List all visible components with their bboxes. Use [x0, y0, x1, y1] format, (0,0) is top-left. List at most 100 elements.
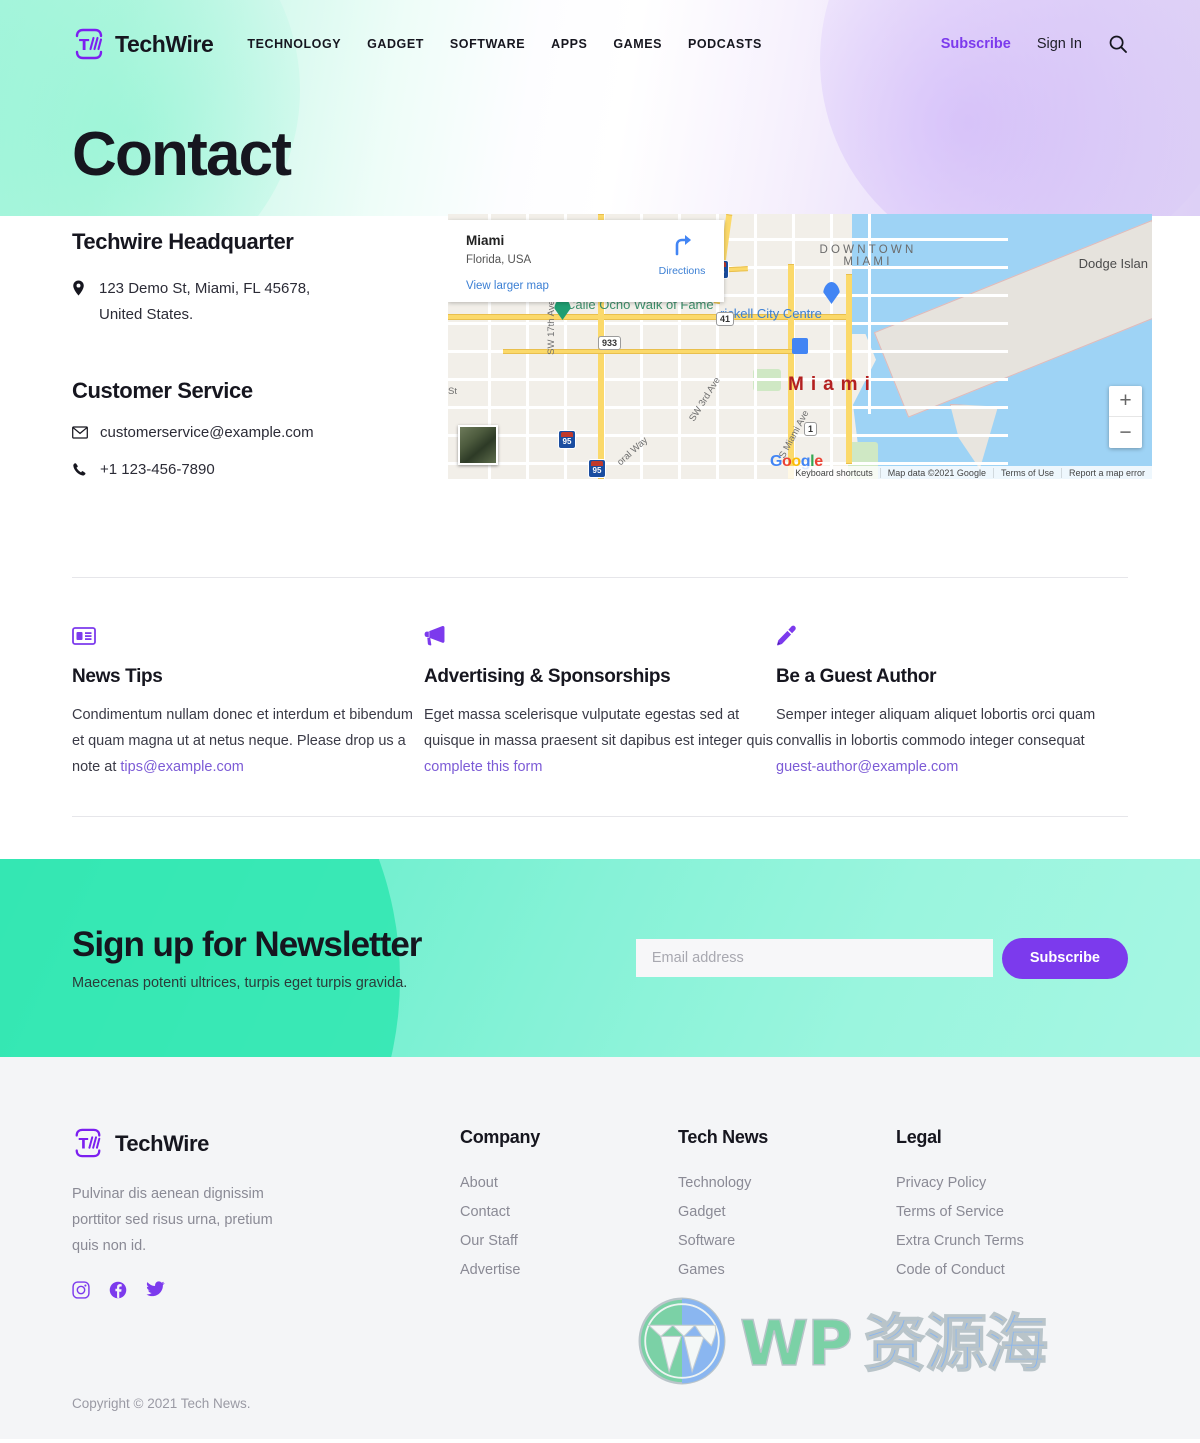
- footer-link-list: About Contact Our Staff Advertise: [460, 1174, 678, 1279]
- feature-link[interactable]: complete this form: [424, 759, 542, 775]
- map-route-shield-1: 1: [804, 422, 818, 436]
- techwire-logo-icon: T: [72, 1127, 106, 1161]
- envelope-icon: [72, 426, 88, 439]
- footer-link-software[interactable]: Software: [678, 1233, 735, 1249]
- map-highway: [846, 274, 852, 464]
- map-report-error[interactable]: Report a map error: [1060, 467, 1152, 478]
- location-pin-icon: [72, 276, 87, 301]
- view-larger-map-link[interactable]: View larger map: [466, 280, 549, 292]
- newspaper-icon: [72, 620, 424, 646]
- subscribe-button[interactable]: Subscribe: [1001, 937, 1128, 979]
- newsletter-section: Sign up for Newsletter Maecenas potenti …: [0, 859, 1200, 1057]
- footer-link-extra-crunch-terms[interactable]: Extra Crunch Terms: [896, 1233, 1024, 1249]
- hero-banner: T TechWire TECHNOLOGY GADGET SOFTWARE AP…: [0, 0, 1200, 216]
- email-text[interactable]: customerservice@example.com: [100, 424, 314, 441]
- footer-column-heading: Company: [460, 1127, 540, 1147]
- instagram-icon[interactable]: [72, 1281, 90, 1299]
- page-root: T TechWire TECHNOLOGY GADGET SOFTWARE AP…: [0, 0, 1200, 1439]
- feature-link[interactable]: guest-author@example.com: [776, 759, 958, 775]
- map-route-shield-933: 933: [598, 336, 622, 350]
- feature-guest-author: Be a Guest Author Semper integer aliquam…: [776, 620, 1128, 780]
- feature-link[interactable]: tips@example.com: [120, 759, 244, 775]
- map-label-brickell-city-centre: rickell City Centre: [720, 306, 822, 321]
- feature-advertising: Advertising & Sponsorships Eget massa sc…: [424, 620, 776, 780]
- footer-link-terms-of-service[interactable]: Terms of Service: [896, 1204, 1004, 1220]
- footer-link-contact[interactable]: Contact: [460, 1204, 510, 1220]
- twitter-icon[interactable]: [146, 1281, 165, 1299]
- map-terms-of-use[interactable]: Terms of Use: [992, 467, 1061, 478]
- map-info-card: Miami Florida, USA View larger map Direc…: [448, 220, 724, 302]
- address-row: 123 Demo St, Miami, FL 45678, United Sta…: [72, 276, 424, 328]
- footer-link-code-of-conduct[interactable]: Code of Conduct: [896, 1262, 1005, 1278]
- footer-column-company: Company About Contact Our Staff Advertis…: [460, 1127, 678, 1299]
- map-route-shield-41: 41: [716, 312, 735, 326]
- list-item: Games: [678, 1261, 896, 1279]
- phone-icon: [72, 462, 88, 477]
- footer-link-technology[interactable]: Technology: [678, 1175, 751, 1191]
- map-zoom-out-button[interactable]: −: [1109, 417, 1142, 448]
- nav-link-games[interactable]: GAMES: [613, 37, 662, 51]
- map-poi-transit[interactable]: [792, 338, 808, 354]
- feature-title: Advertising & Sponsorships: [424, 666, 671, 687]
- section-divider-bottom: [72, 816, 1128, 817]
- map-satellite-thumbnail[interactable]: [458, 425, 498, 465]
- list-item: Advertise: [460, 1261, 678, 1279]
- site-footer: T TechWire Pulvinar dis aenean dignissim…: [0, 1057, 1200, 1439]
- email-input[interactable]: [635, 939, 993, 977]
- nav-link-gadget[interactable]: GADGET: [367, 37, 424, 51]
- facebook-icon[interactable]: [109, 1281, 127, 1299]
- map-keyboard-shortcuts[interactable]: Keyboard shortcuts: [788, 468, 880, 478]
- map-data-credit: Map data ©2021 Google: [879, 467, 993, 478]
- directions-button[interactable]: Directions: [650, 232, 714, 279]
- email-row[interactable]: customerservice@example.com: [72, 424, 424, 441]
- phone-text[interactable]: +1 123-456-7890: [100, 461, 215, 478]
- footer-brand-link[interactable]: T TechWire: [72, 1127, 460, 1161]
- footer-link-games[interactable]: Games: [678, 1262, 725, 1278]
- map-street: [448, 462, 1008, 465]
- contact-details: Techwire Headquarter 123 Demo St, Miami,…: [72, 214, 424, 478]
- brand-logo-link[interactable]: T TechWire: [72, 27, 214, 61]
- page-title: Contact: [72, 120, 292, 189]
- phone-row[interactable]: +1 123-456-7890: [72, 461, 424, 478]
- footer-brand-column: T TechWire Pulvinar dis aenean dignissim…: [72, 1127, 460, 1299]
- map-street: [448, 406, 1008, 409]
- footer-link-advertise[interactable]: Advertise: [460, 1262, 520, 1278]
- customer-service-title: Customer Service: [72, 378, 253, 403]
- feature-body: Condimentum nullam donec et interdum et …: [72, 702, 424, 780]
- footer-link-our-staff[interactable]: Our Staff: [460, 1233, 518, 1249]
- footer-link-list: Privacy Policy Terms of Service Extra Cr…: [896, 1174, 1024, 1279]
- pen-icon: [776, 620, 1128, 646]
- hq-title: Techwire Headquarter: [72, 229, 294, 254]
- nav-link-software[interactable]: SOFTWARE: [450, 37, 525, 51]
- copyright-text: Copyright © 2021 Tech News.: [72, 1396, 251, 1411]
- newsletter-title: Sign up for Newsletter: [72, 925, 422, 964]
- google-map-embed[interactable]: DOWNTOWN MIAMI Dodge Islan rickell City …: [448, 214, 1152, 479]
- main-navigation: T TechWire TECHNOLOGY GADGET SOFTWARE AP…: [0, 0, 1200, 88]
- footer-link-about[interactable]: About: [460, 1175, 498, 1191]
- sign-in-link[interactable]: Sign In: [1037, 36, 1082, 52]
- nav-link-apps[interactable]: APPS: [551, 37, 587, 51]
- address-text: 123 Demo St, Miami, FL 45678, United Sta…: [99, 276, 310, 328]
- map-street: [754, 214, 757, 479]
- directions-label: Directions: [658, 265, 706, 277]
- map-zoom-controls[interactable]: + −: [1109, 386, 1142, 448]
- list-item: Technology: [678, 1174, 896, 1192]
- nav-link-podcasts[interactable]: PODCASTS: [688, 37, 762, 51]
- map-label-miami-large: Miami: [788, 374, 877, 395]
- nav-link-technology[interactable]: TECHNOLOGY: [247, 37, 341, 51]
- search-icon[interactable]: [1108, 34, 1128, 54]
- map-zoom-in-button[interactable]: +: [1109, 386, 1142, 417]
- footer-link-privacy-policy[interactable]: Privacy Policy: [896, 1175, 986, 1191]
- feature-body-text: Semper integer aliquam aliquet lobortis …: [776, 707, 1096, 749]
- footer-column-legal: Legal Privacy Policy Terms of Service Ex…: [896, 1127, 1024, 1299]
- newsletter-copy: Sign up for Newsletter Maecenas potenti …: [72, 925, 422, 991]
- list-item: Extra Crunch Terms: [896, 1232, 1024, 1250]
- map-interstate-95-c: 95: [558, 430, 576, 449]
- megaphone-icon: [424, 620, 776, 646]
- address-line-2: United States.: [99, 306, 194, 323]
- footer-link-gadget[interactable]: Gadget: [678, 1204, 726, 1220]
- map-label-downtown-miami: DOWNTOWN MIAMI: [788, 244, 948, 268]
- footer-column-heading: Legal: [896, 1127, 942, 1147]
- svg-text:T: T: [79, 36, 90, 54]
- subscribe-link[interactable]: Subscribe: [941, 36, 1011, 52]
